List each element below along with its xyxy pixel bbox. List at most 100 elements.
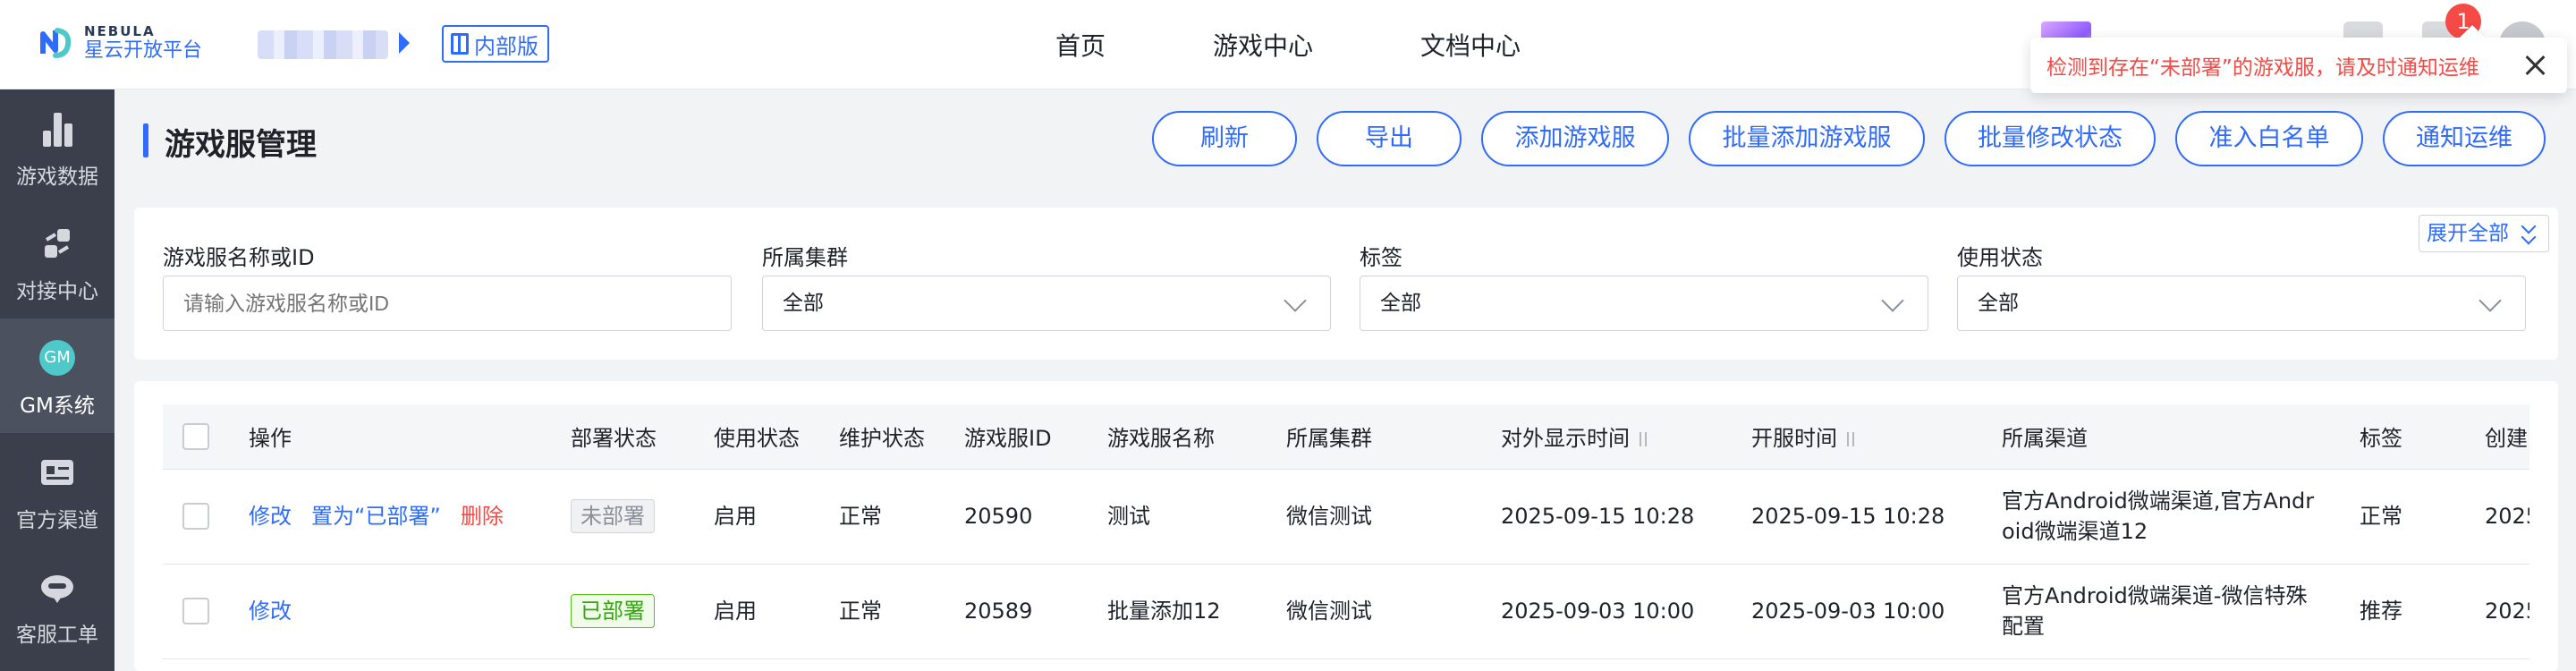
server-name-search-input[interactable]: [163, 276, 732, 331]
display-time-cell: 2025-09-03 10:00: [1501, 564, 1751, 659]
logo-text-en: NEBULA: [84, 23, 156, 39]
server-id-cell: 20589: [964, 564, 1107, 659]
sidebar-item-game-data[interactable]: 游戏数据: [0, 89, 114, 204]
table-row: 修改 已部署 启用 正常 20589 批量添加12 微信测试 2025-09-0…: [163, 564, 2529, 659]
internal-version-label: 内部版: [474, 33, 538, 59]
edit-link[interactable]: 修改: [249, 599, 292, 624]
select-all-checkbox[interactable]: [182, 422, 209, 450]
bar-chart-icon: [39, 111, 75, 147]
delete-link[interactable]: 删除: [461, 504, 504, 529]
cluster-cell: 微信测试: [1286, 564, 1501, 659]
cluster-select[interactable]: 全部: [762, 276, 1331, 331]
use-status-cell: 启用: [714, 564, 839, 659]
created-cell: 2025: [2485, 564, 2529, 659]
sort-icon[interactable]: [1637, 431, 1649, 447]
page-header: 游戏服管理 刷新 导出 添加游戏服 批量添加游戏服 批量修改状态 准入白名单 通…: [114, 89, 2576, 193]
headset-icon: [41, 575, 73, 603]
column-header-open-time[interactable]: 开服时间: [1751, 404, 2002, 470]
undeployed-warning-popover: 检测到存在“未部署”的游戏服，请及时通知运维: [2030, 24, 2567, 93]
filter-panel: 展开全部 游戏服名称或ID 所属集群 全部 标签 全部 使用状态 全部: [134, 208, 2558, 360]
notify-ops-button[interactable]: 通知运维: [2383, 111, 2546, 166]
column-header: 游戏服名称: [1107, 404, 1286, 470]
column-header: 操作: [249, 404, 571, 470]
id-card-icon: [41, 460, 73, 485]
game-server-table: 操作 部署状态 使用状态 维护状态 游戏服ID 游戏服名称 所属集群 对外显示时…: [163, 404, 2529, 659]
channel-cell: 官方Android微端渠道,官方Android微端渠道12: [2002, 469, 2360, 565]
whitelist-button[interactable]: 准入白名单: [2175, 111, 2363, 166]
open-time-cell: 2025-09-03 10:00: [1751, 564, 2002, 659]
channel-cell: 官方Android微端渠道-微信特殊配置: [2002, 564, 2360, 659]
tag-cell: 正常: [2360, 469, 2485, 565]
sidebar-item-integration[interactable]: 对接中心: [0, 204, 114, 319]
sidebar-item-official-channel[interactable]: 官方渠道: [0, 433, 114, 548]
link-icon: [45, 229, 70, 258]
internal-version-badge: 内部版: [442, 25, 549, 63]
sidebar-item-label: 游戏数据: [16, 166, 98, 189]
book-icon: [451, 33, 469, 55]
expand-all-button[interactable]: 展开全部: [2419, 215, 2549, 252]
row-checkbox[interactable]: [182, 598, 209, 624]
column-header-display-time[interactable]: 对外显示时间: [1501, 404, 1751, 470]
table-row: 修改 置为“已部署” 删除 未部署 启用 正常 20590 测试 微信测试 2025…: [163, 469, 2529, 565]
sidebar-item-customer-service[interactable]: 客服工单: [0, 548, 114, 662]
nav-docs-center[interactable]: 文档中心: [1420, 27, 1521, 63]
column-header: 游戏服ID: [964, 404, 1107, 470]
use-status-cell: 启用: [714, 469, 839, 565]
sidebar: 游戏数据 对接中心 GM GM系统 官方渠道 客服工单: [0, 89, 114, 671]
display-time-cell: 2025-09-15 10:28: [1501, 469, 1751, 565]
sidebar-item-label: 官方渠道: [16, 509, 98, 532]
table-header-row: 操作 部署状态 使用状态 维护状态 游戏服ID 游戏服名称 所属集群 对外显示时…: [163, 404, 2529, 470]
server-table-panel: 操作 部署状态 使用状态 维护状态 游戏服ID 游戏服名称 所属集群 对外显示时…: [134, 381, 2558, 671]
export-button[interactable]: 导出: [1317, 111, 1462, 166]
sidebar-item-label: 客服工单: [16, 624, 98, 647]
filter-label-use-status: 使用状态: [1957, 245, 2043, 270]
filter-label-tag: 标签: [1360, 245, 1402, 270]
sidebar-item-label: 对接中心: [16, 280, 98, 303]
sidebar-item-gm-system[interactable]: GM GM系统: [0, 319, 114, 433]
chevron-down-icon: [1284, 289, 1307, 312]
table-scroll-area[interactable]: 操作 部署状态 使用状态 维护状态 游戏服ID 游戏服名称 所属集群 对外显示时…: [163, 404, 2529, 671]
use-status-select-value: 全部: [1978, 292, 2019, 315]
popover-message: 检测到存在“未部署”的游戏服，请及时通知运维: [2046, 56, 2479, 80]
sort-icon[interactable]: [1844, 431, 1857, 447]
chevron-down-icon: [2479, 289, 2502, 312]
batch-modify-status-button[interactable]: 批量修改状态: [1945, 111, 2156, 166]
server-name-cell: 批量添加12: [1107, 564, 1286, 659]
gm-icon: GM: [39, 340, 75, 376]
server-id-cell: 20590: [964, 469, 1107, 565]
tag-cell: 推荐: [2360, 564, 2485, 659]
column-header: 创建: [2485, 404, 2529, 470]
cluster-cell: 微信测试: [1286, 469, 1501, 565]
column-header: 维护状态: [839, 404, 964, 470]
deploy-status-badge: 已部署: [571, 594, 655, 628]
created-cell: 2025: [2485, 469, 2529, 565]
logo[interactable]: NEBULA 星云开放平台: [36, 23, 202, 63]
close-icon[interactable]: [2522, 53, 2547, 78]
maint-status-cell: 正常: [839, 469, 964, 565]
edit-link[interactable]: 修改: [249, 504, 292, 529]
tag-select[interactable]: 全部: [1360, 276, 1928, 331]
logo-text-cn: 星云开放平台: [84, 39, 203, 62]
caret-right-icon[interactable]: [399, 32, 410, 54]
column-header: 所属渠道: [2002, 404, 2360, 470]
sidebar-item-label: GM系统: [20, 395, 95, 418]
add-game-server-button[interactable]: 添加游戏服: [1481, 111, 1669, 166]
game-selector-blurred[interactable]: [258, 30, 388, 59]
double-chevron-down-icon: [2520, 218, 2538, 246]
column-header-label: 对外显示时间: [1501, 426, 1630, 452]
column-header: 使用状态: [714, 404, 839, 470]
nebula-logo-icon: [40, 28, 72, 58]
filter-label-cluster: 所属集群: [762, 245, 848, 270]
tag-select-value: 全部: [1380, 292, 1421, 315]
expand-all-label: 展开全部: [2427, 222, 2509, 245]
mark-deployed-link[interactable]: 置为“已部署”: [311, 504, 441, 529]
column-header: 所属集群: [1286, 404, 1501, 470]
column-header-label: 开服时间: [1751, 426, 1837, 452]
nav-game-center[interactable]: 游戏中心: [1213, 27, 1313, 63]
nav-home[interactable]: 首页: [1055, 27, 1106, 63]
batch-add-game-server-button[interactable]: 批量添加游戏服: [1689, 111, 1925, 166]
row-checkbox[interactable]: [182, 503, 209, 530]
chevron-down-icon: [1881, 289, 1904, 312]
use-status-select[interactable]: 全部: [1957, 276, 2526, 331]
refresh-button[interactable]: 刷新: [1152, 111, 1297, 166]
